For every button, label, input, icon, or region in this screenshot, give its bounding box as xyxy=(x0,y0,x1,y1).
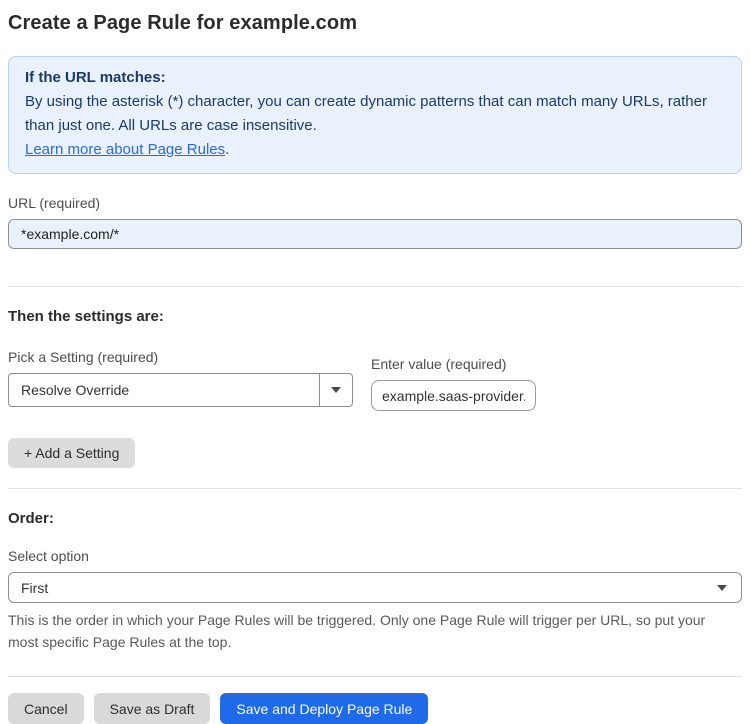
settings-section-heading: Then the settings are: xyxy=(8,308,164,325)
chevron-down-icon xyxy=(331,387,341,393)
setting-picker-select[interactable]: Resolve Override xyxy=(8,373,353,407)
url-match-info-box: If the URL matches: By using the asteris… xyxy=(8,56,742,174)
order-select-label: Select option xyxy=(8,548,89,564)
save-and-deploy-button[interactable]: Save and Deploy Page Rule xyxy=(220,693,429,724)
divider xyxy=(8,676,742,677)
setting-value-column: Enter value (required) xyxy=(371,335,536,411)
cancel-button[interactable]: Cancel xyxy=(8,693,84,724)
url-field-label: URL (required) xyxy=(8,195,101,211)
order-help-text: This is the order in which your Page Rul… xyxy=(8,612,706,650)
order-section-heading: Order: xyxy=(8,510,54,527)
chevron-down-icon xyxy=(717,585,727,591)
add-setting-button[interactable]: + Add a Setting xyxy=(8,438,136,468)
url-input[interactable] xyxy=(8,219,742,249)
setting-picker-label: Pick a Setting (required) xyxy=(8,349,159,365)
info-box-body: By using the asterisk (*) character, you… xyxy=(25,93,707,134)
order-select[interactable]: First xyxy=(8,572,742,603)
info-box-link-line: Learn more about Page Rules. xyxy=(25,138,725,162)
setting-picker-arrow-button[interactable] xyxy=(319,374,352,406)
settings-row: Pick a Setting (required) Resolve Overri… xyxy=(8,328,742,411)
page-rule-form: Create a Page Rule for example.com If th… xyxy=(0,0,750,724)
setting-value-input[interactable] xyxy=(371,380,536,411)
link-suffix: . xyxy=(225,141,230,158)
setting-value-label: Enter value (required) xyxy=(371,356,507,372)
learn-more-link[interactable]: Learn more about Page Rules xyxy=(25,141,225,158)
save-as-draft-button[interactable]: Save as Draft xyxy=(93,693,211,724)
page-title: Create a Page Rule for example.com xyxy=(8,12,358,34)
divider xyxy=(8,286,742,287)
divider xyxy=(8,488,742,489)
order-selected-value: First xyxy=(21,579,49,596)
form-actions: Cancel Save as Draft Save and Deploy Pag… xyxy=(8,693,742,724)
setting-picker-selected-value: Resolve Override xyxy=(21,382,130,398)
setting-picker-column: Pick a Setting (required) Resolve Overri… xyxy=(8,328,353,411)
info-box-heading: If the URL matches: xyxy=(25,69,166,86)
